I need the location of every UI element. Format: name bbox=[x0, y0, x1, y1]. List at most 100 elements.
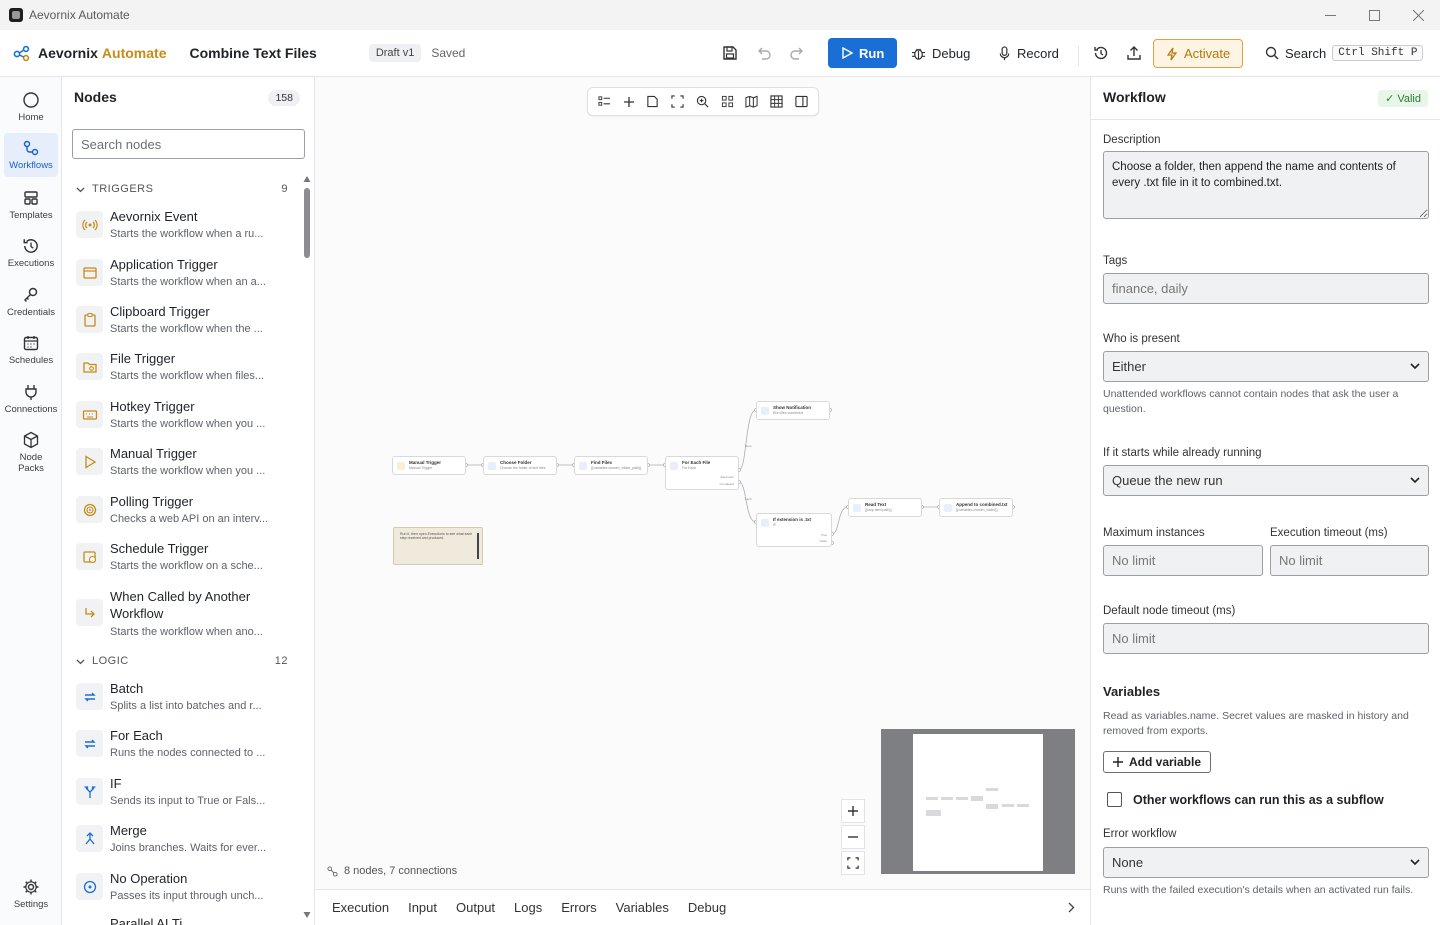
tab-input[interactable]: Input bbox=[408, 900, 437, 915]
calendar-icon bbox=[23, 336, 39, 351]
canvas-node-append-combined[interactable]: Append to combined.txt {{variables.chose… bbox=[939, 498, 1013, 517]
rail-executions[interactable]: Executions bbox=[4, 237, 58, 269]
workflow-name[interactable]: Combine Text Files bbox=[189, 45, 316, 61]
command-search-button[interactable]: Search Ctrl Shift P bbox=[1265, 38, 1424, 68]
tab-debug[interactable]: Debug bbox=[688, 900, 726, 915]
max-instances-input[interactable]: No limit bbox=[1103, 545, 1263, 576]
section-logic-header[interactable]: LOGIC 12 bbox=[76, 655, 288, 667]
who-present-select[interactable]: Either bbox=[1103, 351, 1429, 382]
node-item-file-trigger[interactable]: File Trigger Starts the workflow when fi… bbox=[76, 349, 286, 395]
node-timeout-input[interactable]: No limit bbox=[1103, 623, 1429, 654]
rail-workflows[interactable]: Workflows bbox=[4, 133, 58, 177]
activate-button[interactable]: Activate bbox=[1153, 39, 1244, 68]
valid-badge: ✓ Valid bbox=[1378, 90, 1428, 107]
rail-schedules[interactable]: Schedules bbox=[4, 334, 58, 366]
nodes-scrollbar[interactable] bbox=[303, 174, 311, 920]
tab-logs[interactable]: Logs bbox=[514, 900, 542, 915]
rail-home[interactable]: Home bbox=[4, 91, 58, 123]
rail-settings[interactable]: Settings bbox=[4, 878, 58, 910]
close-button[interactable] bbox=[1396, 0, 1440, 30]
node-item-called-by-workflow[interactable]: When Called by Another Workflow Starts t… bbox=[76, 587, 286, 651]
who-present-value: Either bbox=[1112, 359, 1146, 374]
node-item-title: For Each bbox=[110, 728, 163, 743]
node-item-desc: Starts the workflow when ano... bbox=[110, 626, 263, 638]
minimize-button[interactable] bbox=[1308, 0, 1352, 30]
node-item-if[interactable]: IF Sends its input to True or Fals... bbox=[76, 774, 286, 820]
history-button[interactable] bbox=[1093, 38, 1109, 68]
add-variable-button[interactable]: Add variable bbox=[1103, 751, 1212, 773]
note-resize-handle[interactable] bbox=[477, 533, 479, 559]
node-item-hotkey-trigger[interactable]: Hotkey Trigger Starts the workflow when … bbox=[76, 397, 286, 443]
rail-connections[interactable]: Connections bbox=[4, 383, 58, 415]
run-button[interactable]: Run bbox=[828, 38, 898, 68]
error-workflow-value: None bbox=[1112, 855, 1144, 870]
minimap[interactable] bbox=[881, 729, 1075, 874]
node-item-title: Aevornix Event bbox=[110, 209, 198, 224]
canvas-node-read-text[interactable]: Read Text {{loop.item.path}} bbox=[848, 498, 922, 517]
rail-credentials[interactable]: Credentials bbox=[4, 286, 58, 318]
plus-icon bbox=[1113, 757, 1123, 767]
undo-button[interactable] bbox=[756, 38, 772, 68]
node-item-parallel[interactable]: Parallel AI Ti... bbox=[76, 915, 286, 925]
minimap-nodes bbox=[926, 788, 1029, 816]
node-item-no-operation[interactable]: No Operation Passes its input through un… bbox=[76, 869, 286, 915]
canvas-node-show-notification[interactable]: Show Notification Run files combined bbox=[756, 401, 830, 420]
subflow-label[interactable]: Other workflows can run this as a subflo… bbox=[1133, 793, 1384, 807]
node-item-for-each[interactable]: For Each Runs the nodes connected to ... bbox=[76, 726, 286, 772]
node-item-manual-trigger[interactable]: Manual Trigger Starts the workflow when … bbox=[76, 444, 286, 490]
node-item-merge[interactable]: Merge Joins branches. Waits for ever... bbox=[76, 821, 286, 867]
sticky-note[interactable]: Run it, then open Executions to see what… bbox=[393, 527, 483, 565]
subflow-checkbox[interactable] bbox=[1107, 792, 1122, 807]
concurrency-select[interactable]: Queue the new run bbox=[1103, 465, 1429, 496]
chevron-right-icon[interactable] bbox=[1067, 902, 1075, 913]
tab-variables[interactable]: Variables bbox=[616, 900, 669, 915]
tab-errors[interactable]: Errors bbox=[561, 900, 596, 915]
execution-timeout-input[interactable]: No limit bbox=[1270, 545, 1429, 576]
node-item-application-trigger[interactable]: Application Trigger Starts the workflow … bbox=[76, 255, 286, 301]
node-subtitle: {{loop.item.path}} bbox=[865, 508, 892, 512]
rail-templates[interactable]: Templates bbox=[4, 189, 58, 221]
section-triggers-header[interactable]: TRIGGERS 9 bbox=[76, 183, 288, 195]
repeat-icon bbox=[76, 730, 103, 757]
node-subtitle: For Each bbox=[682, 466, 697, 470]
tags-input[interactable]: finance, daily bbox=[1103, 273, 1429, 304]
node-item-clipboard-trigger[interactable]: Clipboard Trigger Starts the workflow wh… bbox=[76, 302, 286, 348]
node-item-polling-trigger[interactable]: Polling Trigger Checks a web API on an i… bbox=[76, 492, 286, 538]
rail-node-packs[interactable]: Node Packs bbox=[4, 431, 58, 474]
canvas-status: 8 nodes, 7 connections bbox=[327, 865, 457, 877]
node-item-batch[interactable]: Batch Splits a list into batches and r..… bbox=[76, 679, 286, 725]
canvas-node-if-extension[interactable]: If extension is .txt IF True False bbox=[756, 513, 832, 547]
description-textarea[interactable]: Choose a folder, then append the name an… bbox=[1103, 151, 1429, 219]
execution-timeout-label: Execution timeout (ms) bbox=[1270, 527, 1388, 539]
zoom-out-button[interactable] bbox=[841, 825, 865, 849]
workflow-canvas[interactable]: done each Manual Trigger Manual Trigger … bbox=[315, 77, 1090, 889]
maximize-icon bbox=[1368, 9, 1380, 21]
canvas-node-for-each-file[interactable]: For Each File For Each Each item Complet… bbox=[665, 456, 739, 490]
search-nodes-input[interactable] bbox=[72, 129, 305, 159]
rail-label: Node bbox=[19, 452, 43, 463]
fit-view-button[interactable] bbox=[841, 851, 865, 875]
header-divider bbox=[1078, 46, 1079, 66]
tab-execution[interactable]: Execution bbox=[332, 900, 389, 915]
node-item-schedule-trigger[interactable]: Schedule Trigger Starts the workflow on … bbox=[76, 539, 286, 585]
brand[interactable]: Aevornix Automate bbox=[13, 45, 166, 62]
canvas-node-choose-folder[interactable]: Choose Folder Choose the folder of text … bbox=[483, 456, 557, 475]
fit-view-icon bbox=[847, 857, 859, 869]
node-item-aevornix-event[interactable]: Aevornix Event Starts the workflow when … bbox=[76, 207, 286, 253]
tab-output[interactable]: Output bbox=[456, 900, 495, 915]
maximize-button[interactable] bbox=[1352, 0, 1396, 30]
export-button[interactable] bbox=[1126, 38, 1142, 68]
zoom-in-button[interactable] bbox=[841, 799, 865, 823]
debug-button[interactable]: Debug bbox=[911, 38, 970, 68]
minimap-viewport[interactable] bbox=[913, 734, 1043, 871]
save-button[interactable] bbox=[722, 38, 738, 68]
node-item-desc: Starts the workflow when an a... bbox=[110, 276, 266, 288]
broadcast-icon bbox=[76, 211, 103, 238]
error-workflow-select[interactable]: None bbox=[1103, 847, 1429, 878]
plug-icon bbox=[25, 385, 37, 400]
canvas-node-find-files[interactable]: Find Files {{variables.chosen_folder_pat… bbox=[574, 456, 648, 475]
record-button[interactable]: Record bbox=[998, 38, 1059, 68]
node-item-desc: Sends its input to True or Fals... bbox=[110, 795, 266, 807]
redo-button[interactable] bbox=[789, 38, 805, 68]
canvas-node-manual-trigger[interactable]: Manual Trigger Manual Trigger bbox=[392, 456, 466, 475]
